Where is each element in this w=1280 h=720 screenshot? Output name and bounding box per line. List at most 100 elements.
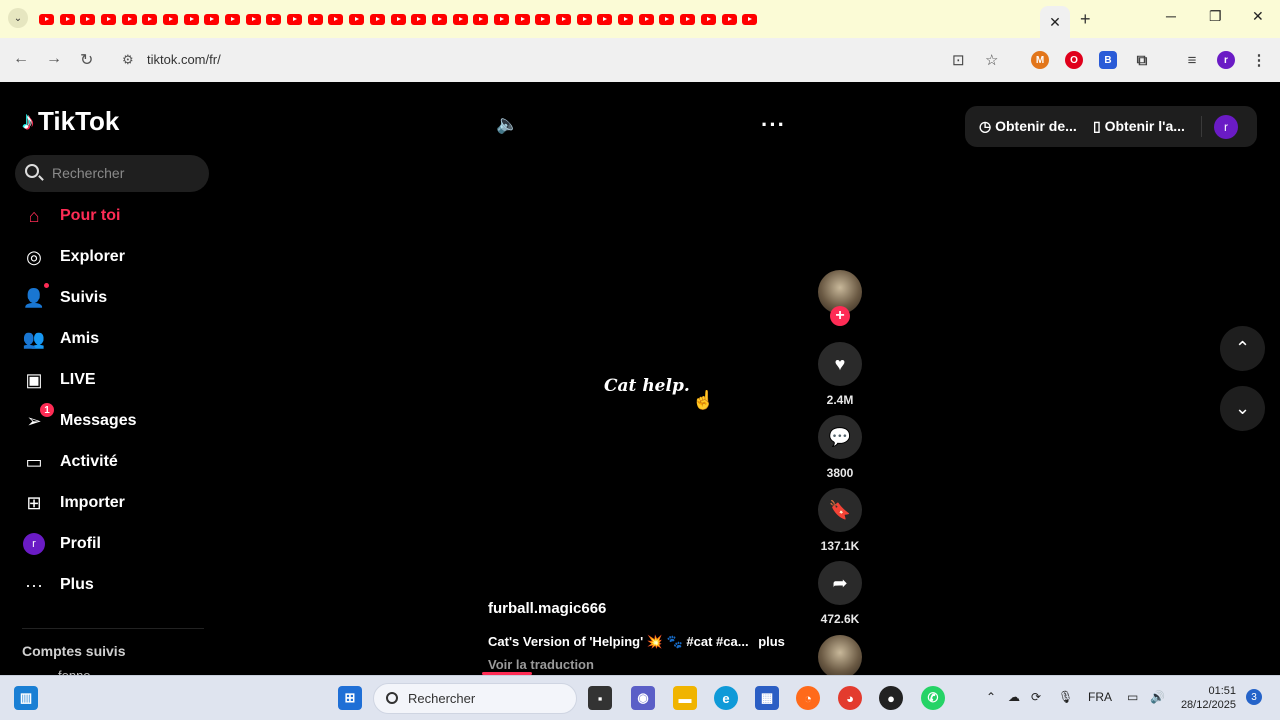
- chrome-icon[interactable]: ◕: [838, 686, 862, 710]
- pinned-tab[interactable]: [243, 10, 264, 28]
- sidebar-item-messages[interactable]: ➢ 1 Messages: [22, 403, 202, 435]
- store-icon[interactable]: ▦: [755, 686, 779, 710]
- pinned-tab[interactable]: [719, 10, 740, 28]
- firefox-icon[interactable]: ◔: [796, 686, 820, 710]
- pinned-tab[interactable]: [222, 10, 243, 28]
- pinned-tab[interactable]: [677, 10, 698, 28]
- follow-plus-icon[interactable]: +: [830, 306, 850, 326]
- pinned-tab[interactable]: [139, 10, 160, 28]
- edge-icon[interactable]: e: [714, 686, 738, 710]
- media-control-icon[interactable]: ≡: [1183, 51, 1201, 69]
- sync-icon[interactable]: ⟳: [1031, 690, 1041, 704]
- pinned-tab[interactable]: [739, 10, 760, 28]
- bitwarden-extension-icon[interactable]: B: [1099, 51, 1117, 69]
- extensions-puzzle-icon[interactable]: ⧉: [1133, 51, 1151, 69]
- pinned-tab[interactable]: [636, 10, 657, 28]
- browser-menu-icon[interactable]: ⋮: [1250, 51, 1268, 69]
- windows-start-icon[interactable]: ⊞: [338, 686, 362, 710]
- pinned-tab[interactable]: [574, 10, 595, 28]
- pinned-tab[interactable]: [119, 10, 140, 28]
- restore-icon[interactable]: ❐: [1209, 8, 1222, 25]
- more-options-icon[interactable]: ···: [761, 112, 786, 138]
- get-app-button[interactable]: ▯ Obtenir l'a...: [1093, 118, 1185, 135]
- pinned-tab[interactable]: [698, 10, 719, 28]
- sidebar-item-amis[interactable]: 👥 Amis: [22, 325, 202, 353]
- onedrive-icon[interactable]: ☁: [1008, 690, 1020, 704]
- task-view-icon[interactable]: ▪: [588, 686, 612, 710]
- get-coins-button[interactable]: ◷ Obtenir de...: [979, 118, 1077, 135]
- sidebar-item-pour-toi[interactable]: ⌂ Pour toi: [22, 202, 202, 230]
- pinned-tab[interactable]: [98, 10, 119, 28]
- pinned-tab[interactable]: [305, 10, 326, 28]
- sidebar-item-plus[interactable]: ··· Plus: [22, 571, 202, 599]
- active-tab-close-icon[interactable]: ✕: [1040, 6, 1070, 38]
- volume-icon[interactable]: 🔈: [496, 114, 518, 135]
- pinned-tab[interactable]: [595, 10, 616, 28]
- search-input[interactable]: Rechercher: [15, 155, 209, 192]
- user-avatar[interactable]: r: [1214, 115, 1238, 139]
- pinned-tab[interactable]: [284, 10, 305, 28]
- minimize-icon[interactable]: ─: [1166, 8, 1176, 24]
- pinned-tab[interactable]: [470, 10, 491, 28]
- pinned-tab[interactable]: [388, 10, 409, 28]
- pinned-tab[interactable]: [326, 10, 347, 28]
- tiktok-logo[interactable]: ♪ TikTok: [22, 106, 119, 137]
- sidebar-item-live[interactable]: ▣ LIVE: [22, 366, 202, 394]
- teams-icon[interactable]: ◉: [631, 686, 655, 710]
- install-app-icon[interactable]: ⊡: [952, 51, 965, 69]
- pinned-tab[interactable]: [160, 10, 181, 28]
- pinned-tab[interactable]: [512, 10, 533, 28]
- share-button[interactable]: ➦: [818, 561, 862, 605]
- pinned-tab[interactable]: [553, 10, 574, 28]
- sidebar-item-importer[interactable]: ⊞ Importer: [22, 489, 202, 517]
- save-button[interactable]: 🔖: [818, 488, 862, 532]
- pinned-tab[interactable]: [264, 10, 285, 28]
- pinned-tab[interactable]: [36, 10, 57, 28]
- comment-button[interactable]: 💬: [818, 415, 862, 459]
- pinned-tab[interactable]: [181, 10, 202, 28]
- whatsapp-icon[interactable]: ✆: [921, 686, 945, 710]
- description-more-link[interactable]: plus: [758, 634, 785, 649]
- sidebar-item-suivis[interactable]: 👤 Suivis: [22, 283, 202, 312]
- pinned-tab[interactable]: [202, 10, 223, 28]
- widgets-icon[interactable]: ▥: [14, 686, 38, 710]
- address-bar[interactable]: ⚙ tiktok.com/fr/ ⊡ ☆: [112, 44, 1018, 76]
- sidebar-item-profil[interactable]: r Profil: [22, 530, 202, 558]
- url-text[interactable]: tiktok.com/fr/: [147, 52, 221, 67]
- site-info-icon[interactable]: ⚙: [122, 52, 134, 68]
- pinned-tab[interactable]: [408, 10, 429, 28]
- pinned-tab[interactable]: [615, 10, 636, 28]
- opera-extension-icon[interactable]: O: [1065, 51, 1083, 69]
- sidebar-item-explorer[interactable]: ◎ Explorer: [22, 243, 202, 271]
- file-explorer-icon[interactable]: ▬: [673, 686, 697, 710]
- translate-link[interactable]: Voir la traduction: [488, 657, 594, 672]
- video-author[interactable]: furball.magic666: [488, 600, 606, 617]
- pinned-tab[interactable]: [657, 10, 678, 28]
- video-player[interactable]: 🔈 ··· Cat help. furball.magic666 Cat's V…: [478, 96, 804, 675]
- pinned-tab[interactable]: [533, 10, 554, 28]
- obs-icon[interactable]: ●: [879, 686, 903, 710]
- pinned-tab[interactable]: [429, 10, 450, 28]
- clock[interactable]: 01:51 28/12/2025: [1170, 684, 1236, 712]
- pinned-tab[interactable]: [77, 10, 98, 28]
- like-button[interactable]: ♥: [818, 342, 862, 386]
- pinned-tab[interactable]: [491, 10, 512, 28]
- pinned-tab[interactable]: [450, 10, 471, 28]
- close-window-icon[interactable]: ✕: [1252, 8, 1264, 25]
- next-video-avatar[interactable]: [818, 635, 862, 675]
- microphone-icon[interactable]: 🎙: [1058, 690, 1073, 704]
- pinned-tab[interactable]: [367, 10, 388, 28]
- profile-avatar[interactable]: r: [1217, 51, 1235, 69]
- sidebar-item-activite[interactable]: ▭ Activité: [22, 448, 202, 476]
- next-video-button[interactable]: ⌄: [1220, 386, 1265, 431]
- tab-search-icon[interactable]: ⌄: [8, 8, 28, 28]
- language-indicator[interactable]: FRA: [1088, 690, 1112, 704]
- forward-icon[interactable]: →: [46, 50, 62, 68]
- metamask-extension-icon[interactable]: M: [1031, 51, 1049, 69]
- network-icon[interactable]: ▭: [1127, 690, 1138, 704]
- bookmark-star-icon[interactable]: ☆: [985, 51, 998, 69]
- previous-video-button[interactable]: ⌃: [1220, 326, 1265, 371]
- taskbar-search[interactable]: Rechercher: [373, 683, 577, 714]
- pinned-tab[interactable]: [57, 10, 78, 28]
- pinned-tab[interactable]: [346, 10, 367, 28]
